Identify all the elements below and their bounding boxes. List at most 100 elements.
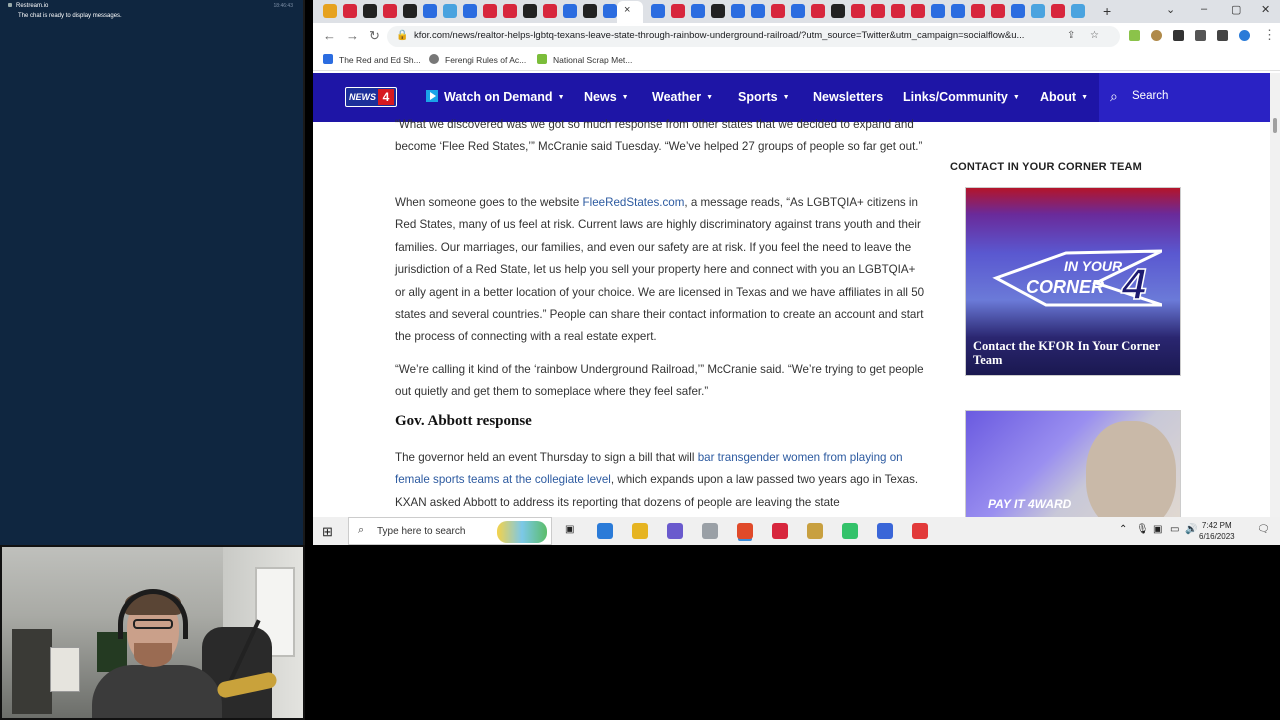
pay-it-4ward-promo[interactable]: PAY IT 4WARD: [965, 410, 1181, 517]
extensions-puzzle-icon[interactable]: [1173, 30, 1184, 41]
address-bar[interactable]: 🔒 kfor.com/news/realtor-helps-lgbtq-texa…: [387, 26, 1120, 47]
paragraph-text: , a message reads, “As LGBTQIA+ citizens…: [395, 196, 925, 344]
tab-favicon-icon[interactable]: [671, 4, 685, 18]
tab-favicon-icon[interactable]: [583, 4, 597, 18]
taskbar-app-icon[interactable]: [772, 523, 788, 539]
reload-icon[interactable]: ↻: [369, 28, 380, 44]
menu-kebab-icon[interactable]: ⋮: [1263, 27, 1276, 43]
nav-watch-on-demand[interactable]: Watch on Demand ▼: [426, 90, 565, 104]
tray-overflow-icon[interactable]: ⌃: [1119, 524, 1127, 535]
tab-favicon-icon[interactable]: [483, 4, 497, 18]
tab-favicon-icon[interactable]: [603, 4, 617, 18]
scrollbar-thumb[interactable]: [1273, 118, 1277, 133]
new-tab-button[interactable]: +: [1103, 3, 1111, 19]
tab-favicon-icon[interactable]: [383, 4, 397, 18]
nav-newsletters[interactable]: Newsletters: [813, 90, 883, 104]
tab-search-icon[interactable]: ⌄: [1166, 3, 1175, 16]
volume-icon[interactable]: 🔊: [1185, 524, 1197, 535]
tab-favicon-icon[interactable]: [523, 4, 537, 18]
tab-favicon-icon[interactable]: [771, 4, 785, 18]
taskbar-clock[interactable]: 7:42 PM 6/16/2023: [1199, 520, 1235, 542]
forward-icon[interactable]: →: [346, 28, 359, 43]
camera-icon[interactable]: ▣: [1153, 524, 1162, 535]
tab-favicon-icon[interactable]: [811, 4, 825, 18]
tab-favicon-icon[interactable]: [831, 4, 845, 18]
close-window-icon[interactable]: ✕: [1261, 3, 1270, 16]
cam-boxes: [50, 647, 80, 692]
kfor-news4-logo[interactable]: NEWS 4: [345, 87, 397, 107]
nav-links-community[interactable]: Links/Community ▼: [903, 90, 1020, 104]
taskbar-app-icon[interactable]: [702, 523, 718, 539]
tab-favicon-icon[interactable]: [363, 4, 377, 18]
task-view-icon[interactable]: ▣: [565, 524, 574, 535]
page-scrollbar[interactable]: [1270, 73, 1280, 517]
tab-favicon-icon[interactable]: [731, 4, 745, 18]
taskbar-app-icon[interactable]: [842, 523, 858, 539]
share-icon[interactable]: ⇪: [1067, 30, 1075, 41]
reading-list-icon[interactable]: [1195, 30, 1206, 41]
tab-favicon-icon[interactable]: [651, 4, 665, 18]
tab-favicon-icon[interactable]: [751, 4, 765, 18]
taskbar-search[interactable]: ⌕ Type here to search: [348, 517, 552, 545]
tab-favicon-icon[interactable]: [691, 4, 705, 18]
taskbar-app-icon[interactable]: [912, 523, 928, 539]
taskbar-app-icon[interactable]: [597, 523, 613, 539]
tab-favicon-icon[interactable]: [851, 4, 865, 18]
taskbar-app-icon[interactable]: [667, 523, 683, 539]
nav-sports[interactable]: Sports ▼: [738, 90, 790, 104]
tab-favicon-icon[interactable]: [931, 4, 945, 18]
tab-favicon-icon[interactable]: [1031, 4, 1045, 18]
tab-favicon-icon[interactable]: [563, 4, 577, 18]
tab-favicon-icon[interactable]: [323, 4, 337, 18]
tab-favicon-icon[interactable]: [503, 4, 517, 18]
nav-weather[interactable]: Weather ▼: [652, 90, 713, 104]
address-url[interactable]: kfor.com/news/realtor-helps-lgbtq-texans…: [414, 30, 1024, 41]
taskbar-app-icon[interactable]: [632, 523, 648, 539]
extension-cookie-icon[interactable]: [1151, 30, 1162, 41]
minimize-icon[interactable]: –: [1201, 3, 1207, 15]
back-icon[interactable]: ←: [323, 28, 336, 43]
tab-favicon-icon[interactable]: [891, 4, 905, 18]
search-icon[interactable]: ⌕: [1110, 88, 1118, 105]
tab-favicon-icon[interactable]: [911, 4, 925, 18]
close-tab-icon[interactable]: ×: [624, 4, 630, 16]
tab-favicon-icon[interactable]: [1051, 4, 1065, 18]
in-your-corner-promo[interactable]: IN YOUR CORNER 4 Contact the KFOR In You…: [965, 187, 1181, 376]
tab-favicon-icon[interactable]: [423, 4, 437, 18]
bookmark-favicon-icon: [537, 54, 547, 64]
side-panel-icon[interactable]: [1217, 30, 1228, 41]
tab-favicon-icon[interactable]: [1071, 4, 1085, 18]
notifications-icon[interactable]: 🗨: [1257, 524, 1270, 535]
tab-favicon-icon[interactable]: [711, 4, 725, 18]
tab-favicon-icon[interactable]: [871, 4, 885, 18]
taskbar-app-icon[interactable]: [737, 523, 753, 539]
tab-favicon-icon[interactable]: [791, 4, 805, 18]
promo-caption[interactable]: Contact the KFOR In Your Corner Team: [973, 339, 1173, 367]
tab-favicon-icon[interactable]: [951, 4, 965, 18]
profile-avatar[interactable]: [1239, 30, 1250, 41]
nav-news[interactable]: News ▼: [584, 90, 629, 104]
tab-favicon-icon[interactable]: [443, 4, 457, 18]
tab-favicon-icon[interactable]: [991, 4, 1005, 18]
maximize-icon[interactable]: ▢: [1231, 3, 1241, 16]
tab-favicon-icon[interactable]: [343, 4, 357, 18]
tab-favicon-icon[interactable]: [403, 4, 417, 18]
bookmark-item[interactable]: The Red and Ed Sh...: [323, 54, 421, 65]
bookmark-item[interactable]: Ferengi Rules of Ac...: [429, 54, 526, 65]
extension-icon[interactable]: [1129, 30, 1140, 41]
tab-favicon-icon[interactable]: [1011, 4, 1025, 18]
bookmark-item[interactable]: National Scrap Met...: [537, 54, 632, 65]
lock-icon[interactable]: 🔒: [396, 30, 408, 41]
taskbar-app-icon[interactable]: [807, 523, 823, 539]
tab-favicon-icon[interactable]: [463, 4, 477, 18]
site-search[interactable]: ⌕ Search: [1099, 73, 1270, 122]
bookmark-star-icon[interactable]: ☆: [1090, 30, 1099, 41]
nav-about[interactable]: About ▼: [1040, 90, 1088, 104]
flee-red-states-link[interactable]: FleeRedStates.com: [583, 196, 685, 209]
windows-start-icon[interactable]: ⊞: [322, 524, 333, 540]
microphone-icon[interactable]: 🎙: [1136, 524, 1149, 535]
taskbar-app-icon[interactable]: [877, 523, 893, 539]
tab-favicon-icon[interactable]: [543, 4, 557, 18]
network-icon[interactable]: ▭: [1170, 524, 1179, 535]
tab-favicon-icon[interactable]: [971, 4, 985, 18]
